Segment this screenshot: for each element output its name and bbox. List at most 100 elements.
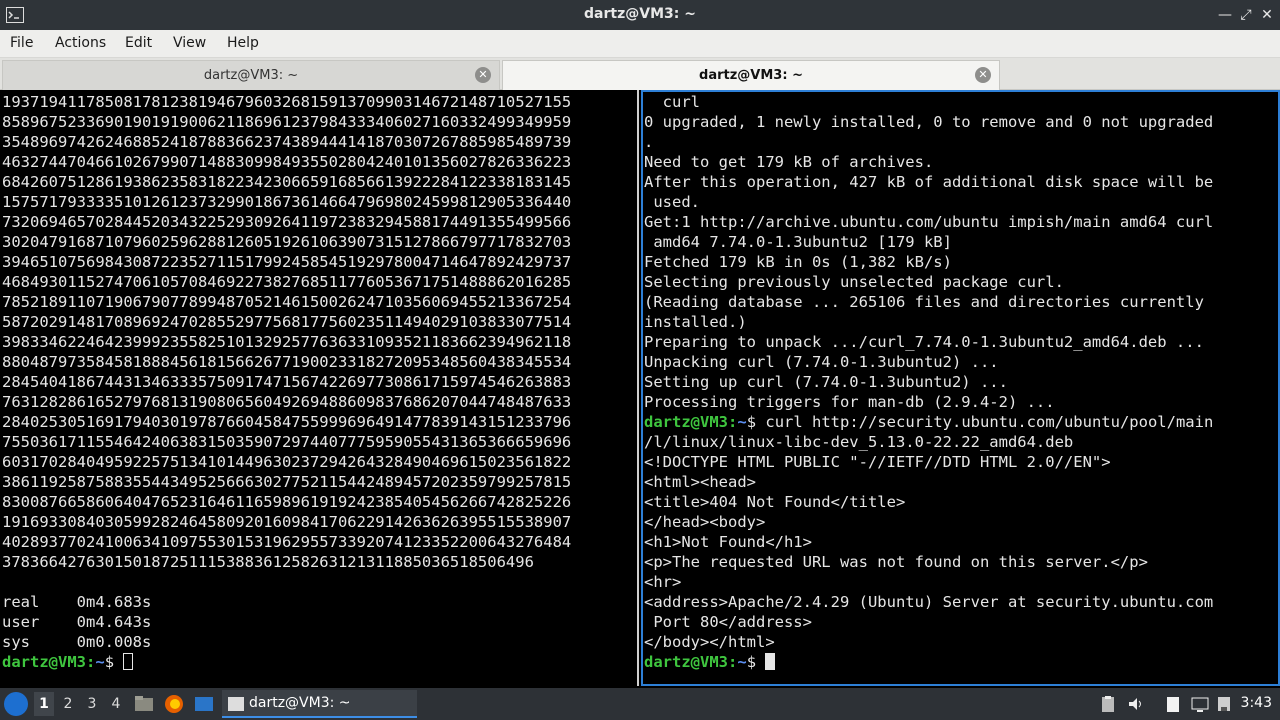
- terminal-line: /l/linux/linux-libc-dev_5.13.0-22.22_amd…: [644, 433, 1074, 451]
- terminal-line: 1575717933335101261237329901867361466479…: [2, 193, 572, 211]
- terminal-line: <title>404 Not Found</title>: [644, 493, 906, 511]
- close-tab-icon[interactable]: ✕: [975, 67, 991, 83]
- clipboard-icon[interactable]: [1098, 694, 1118, 714]
- tab-label: dartz@VM3: ~: [699, 68, 803, 83]
- terminal-line: <hr>: [644, 573, 682, 591]
- menu-edit[interactable]: Edit: [125, 35, 152, 51]
- prompt-line: dartz@VM3:~$: [2, 652, 571, 672]
- terminal-pane-left[interactable]: 1937194117850817812381946796032681591370…: [0, 90, 639, 686]
- terminal-line: Processing triggers for man-db (2.9.4-2)…: [644, 393, 1055, 411]
- task-terminal[interactable]: dartz@VM3: ~: [222, 690, 417, 718]
- menu-view[interactable]: View: [173, 35, 206, 51]
- terminal-line: 4632744704661026799071488309984935502804…: [2, 153, 572, 171]
- minimize-button[interactable]: —: [1215, 5, 1235, 25]
- clock: 3:43: [1240, 695, 1272, 711]
- prompt-user: dartz@VM3: [644, 653, 728, 671]
- show-desktop-icon[interactable]: [193, 693, 215, 715]
- prompt-symbol: $: [104, 653, 124, 671]
- tab-2[interactable]: dartz@VM3: ~ ✕: [502, 60, 1000, 90]
- prompt-line: dartz@VM3:~$: [644, 652, 1213, 672]
- terminal-line: 5872029148170896924702855297756817756023…: [2, 313, 572, 331]
- file-manager-icon[interactable]: [133, 693, 155, 715]
- terminal-line: Get:1 http://archive.ubuntu.com/ubuntu i…: [644, 213, 1214, 231]
- terminal-line: </body></html>: [644, 633, 775, 651]
- firefox-icon[interactable]: [163, 693, 185, 715]
- menu-actions[interactable]: Actions: [55, 35, 106, 51]
- menu-help[interactable]: Help: [227, 35, 259, 51]
- task-label: dartz@VM3: ~: [249, 695, 351, 711]
- terminal-output: curl 0 upgraded, 1 newly installed, 0 to …: [644, 92, 1213, 672]
- maximize-button[interactable]: ⤢: [1236, 5, 1256, 25]
- terminal-line: 8589675233690190191900621186961237984333…: [2, 113, 572, 131]
- terminal-line: 4028937702410063410975530153196295573392…: [2, 533, 572, 551]
- terminal-line: 6842607512861938623583182234230665916856…: [2, 173, 572, 191]
- terminal-line: After this operation, 427 kB of addition…: [644, 173, 1214, 191]
- terminal-line: amd64 7.74.0-1.3ubuntu2 [179 kB]: [644, 233, 952, 251]
- terminal-line: 7550361711554642406383150359072974407775…: [2, 433, 572, 451]
- terminal-line: Fetched 179 kB in 0s (1,382 kB/s): [644, 253, 952, 271]
- prompt-separator: :: [86, 653, 96, 671]
- window-title: dartz@VM3: ~: [584, 6, 696, 22]
- prompt-path: ~: [737, 653, 747, 671]
- terminal-line: 2845404186744313463335750917471567422697…: [2, 373, 572, 391]
- prompt-line: dartz@VM3:~$ curl http://security.ubuntu…: [644, 412, 1213, 432]
- volume-icon[interactable]: [1126, 694, 1146, 714]
- terminal-line: 7852189110719067907789948705214615002624…: [2, 293, 572, 311]
- terminal-line: 8804879735845818884561815662677190023318…: [2, 353, 572, 371]
- terminal-line: Selecting previously unselected package …: [644, 273, 1064, 291]
- terminal-line: <!DOCTYPE HTML PUBLIC "-//IETF//DTD HTML…: [644, 453, 1111, 471]
- terminal-line: 7631282861652797681319080656049269488609…: [2, 393, 572, 411]
- terminal-icon: [228, 697, 244, 711]
- prompt-separator: :: [728, 413, 738, 431]
- close-tab-icon[interactable]: ✕: [475, 67, 491, 83]
- terminal-line: .: [644, 133, 654, 151]
- terminal-line: 0 upgraded, 1 newly installed, 0 to remo…: [644, 113, 1214, 131]
- terminal-line: 3861192587588355443495256663027752115442…: [2, 473, 572, 491]
- workspace-2[interactable]: 2: [58, 696, 78, 712]
- menubar: File Actions Edit View Help: [0, 30, 1280, 58]
- terminal-line: user 0m4.643s: [2, 613, 152, 631]
- terminal-line: Need to get 179 kB of archives.: [644, 153, 934, 171]
- terminal-line: 3983346224642399923558251013292577636331…: [2, 333, 572, 351]
- terminal-line: 4684930115274706105708469227382768511776…: [2, 273, 572, 291]
- notes-icon[interactable]: [1163, 694, 1183, 714]
- terminal-line: 1937194117850817812381946796032681591370…: [2, 93, 572, 111]
- terminal-line: 3548969742624688524187883662374389444141…: [2, 133, 572, 151]
- terminal-line: real 0m4.683s: [2, 593, 152, 611]
- workspace-4[interactable]: 4: [106, 696, 126, 712]
- terminal-line: <address>Apache/2.4.29 (Ubuntu) Server a…: [644, 593, 1214, 611]
- terminal-line: curl: [644, 93, 700, 111]
- display-icon[interactable]: [1190, 694, 1210, 714]
- workspace-1[interactable]: 1: [34, 692, 54, 716]
- terminal-line: 6031702840495922575134101449630237294264…: [2, 453, 572, 471]
- window-titlebar[interactable]: dartz@VM3: ~ — ⤢ ✕: [0, 0, 1280, 30]
- terminal-line: </head><body>: [644, 513, 766, 531]
- terminal-line: Preparing to unpack .../curl_7.74.0-1.3u…: [644, 333, 1204, 351]
- menu-file[interactable]: File: [10, 35, 33, 51]
- terminal-line: 3783664276301501872511153883612582631213…: [2, 553, 534, 571]
- terminal-line: 3020479168710796025962881260519261063907…: [2, 233, 572, 251]
- close-window-button[interactable]: ✕: [1257, 5, 1277, 25]
- prompt-user: dartz@VM3: [644, 413, 728, 431]
- workspace-3[interactable]: 3: [82, 696, 102, 712]
- network-icon[interactable]: [1214, 694, 1234, 714]
- terminal-line: sys 0m0.008s: [2, 633, 152, 651]
- start-menu-button[interactable]: [4, 692, 28, 716]
- terminal-line: Unpacking curl (7.74.0-1.3ubuntu2) ...: [644, 353, 999, 371]
- command-text: curl http://security.ubuntu.com/ubuntu/p…: [765, 413, 1214, 431]
- prompt-user: dartz@VM3: [2, 653, 86, 671]
- terminal-line: <html><head>: [644, 473, 756, 491]
- prompt-symbol: $: [746, 653, 766, 671]
- taskbar: 1 2 3 4 dartz@VM3: ~ 3:43: [0, 688, 1280, 720]
- prompt-separator: :: [728, 653, 738, 671]
- terminal-line: <h1>Not Found</h1>: [644, 533, 812, 551]
- prompt-path: ~: [737, 413, 747, 431]
- tab-1[interactable]: dartz@VM3: ~ ✕: [2, 60, 500, 90]
- terminal-line: 8300876658606404765231646116598961919242…: [2, 493, 572, 511]
- terminal-line: <p>The requested URL was not found on th…: [644, 553, 1148, 571]
- text-cursor: [123, 653, 134, 670]
- terminal-pane-right[interactable]: curl 0 upgraded, 1 newly installed, 0 to …: [641, 90, 1280, 686]
- terminal-line: 1916933084030599282464580920160984170622…: [2, 513, 572, 531]
- terminal-line: Setting up curl (7.74.0-1.3ubuntu2) ...: [644, 373, 1008, 391]
